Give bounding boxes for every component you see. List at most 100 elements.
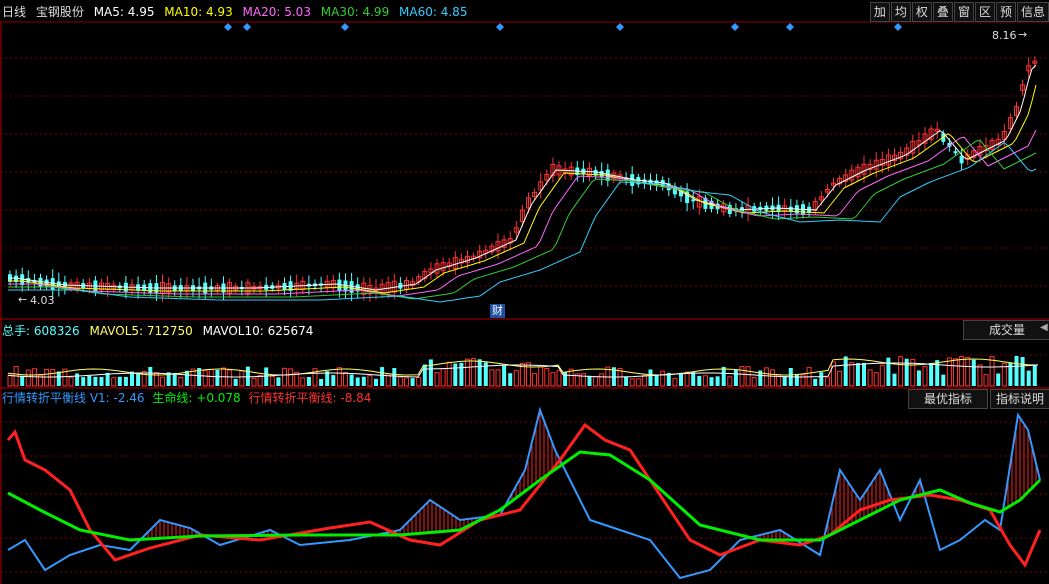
volume-bar: [873, 372, 879, 387]
volume-bar: [867, 369, 873, 387]
mavol10-label: MAVOL10: 625674: [202, 324, 314, 338]
toolbar-add-button[interactable]: 加: [869, 2, 890, 22]
volume-bar: [513, 370, 519, 387]
volume-bar: [202, 370, 208, 387]
candle-body: [660, 179, 665, 187]
moving-average-lines: [8, 64, 1037, 303]
stock-name: 宝钢股份: [35, 5, 84, 19]
volume-bar: [770, 369, 775, 387]
volume-bar: [300, 377, 306, 387]
toolbar-average-button[interactable]: 均: [890, 2, 911, 22]
volume-bar: [306, 376, 311, 386]
volume-bar: [319, 378, 324, 386]
volume-bar: [343, 372, 348, 387]
total-volume-label: 总手: 608326: [2, 324, 80, 338]
mavol5-line: [7, 358, 1039, 376]
volume-bar: [660, 370, 666, 387]
volume-bar: [276, 377, 281, 386]
event-diamond-icon: [894, 23, 902, 31]
volume-bar: [349, 374, 354, 386]
volume-bar: [556, 370, 562, 387]
chart-canvas[interactable]: [0, 0, 1049, 584]
volume-bar: [75, 373, 80, 386]
volume-bar: [709, 377, 714, 386]
volume-bar: [87, 375, 92, 386]
volume-bar: [508, 373, 513, 386]
volume-bar: [416, 377, 422, 387]
volume-bar: [111, 377, 117, 387]
volume-bar: [715, 376, 720, 386]
indicator-explain-button[interactable]: 指标说明: [990, 389, 1049, 409]
volume-bar: [148, 366, 153, 386]
volume-bar: [380, 367, 385, 386]
volume-bar: [374, 378, 378, 386]
panel-expand-icon[interactable]: ◀: [1040, 322, 1048, 333]
volume-bar: [68, 377, 74, 387]
volume-bar: [599, 373, 605, 387]
volume-bar: [227, 369, 233, 387]
volume-bar: [495, 369, 501, 387]
volume-bar: [233, 378, 238, 386]
volume-bar: [288, 368, 294, 387]
volume-bar: [544, 367, 550, 387]
volume-bar: [745, 366, 751, 387]
volume-bar: [879, 364, 885, 387]
volume-bar: [1026, 370, 1031, 386]
volume-bar: [624, 376, 629, 386]
volume-bar: [953, 358, 958, 387]
volume-bar: [782, 376, 787, 386]
volume-bar: [31, 368, 37, 387]
ma-info-bar: 日线 宝钢股份 MA5: 4.95 MA10: 4.93 MA20: 5.03 …: [2, 4, 473, 20]
volume-bar: [44, 369, 50, 387]
indicator-balance-label: 行情转折平衡线: -8.84: [248, 391, 372, 405]
volume-bar: [81, 377, 86, 386]
volume-bar: [679, 372, 683, 386]
toolbar-window-button[interactable]: 窗: [953, 2, 974, 22]
volume-bar: [697, 375, 702, 386]
toolbar-info-button[interactable]: 信息: [1016, 2, 1049, 22]
volume-bar: [733, 369, 738, 386]
volume-info-bar: 总手: 608326 MAVOL5: 712750 MAVOL10: 62567…: [2, 323, 319, 339]
volume-bar: [178, 376, 184, 387]
volume-bar: [641, 374, 647, 387]
volume-bar: [989, 356, 995, 387]
volume-bar: [93, 376, 98, 386]
volume-bar: [355, 377, 360, 386]
volume-bar: [282, 367, 287, 387]
toolbar-rights-button[interactable]: 权: [911, 2, 932, 22]
volume-bar: [526, 362, 531, 387]
volume-bar: [819, 372, 824, 386]
volume-bar: [563, 372, 568, 386]
volume-bar: [959, 355, 965, 387]
volume-panel-selector[interactable]: 成交量: [963, 320, 1049, 340]
finance-marker[interactable]: 财: [490, 304, 505, 318]
indicator-v1-label: 行情转折平衡线 V1: -2.46: [2, 391, 145, 405]
toolbar-forecast-button[interactable]: 预: [995, 2, 1016, 22]
volume-bar: [434, 372, 440, 387]
volume-bar: [654, 374, 659, 386]
volume-bar: [422, 364, 427, 386]
volume-bar: [331, 375, 336, 386]
toolbar-range-button[interactable]: 区: [974, 2, 995, 22]
volume-bar: [751, 377, 757, 387]
event-diamond-icon: [786, 23, 794, 31]
volume-bar: [763, 367, 769, 387]
balance-line: [6, 422, 1042, 568]
candle-body: [953, 151, 958, 154]
ma10-label: MA10: 4.93: [164, 5, 233, 19]
volume-bar: [440, 368, 446, 387]
volume-bar: [996, 373, 1001, 386]
volume-bar: [239, 370, 245, 387]
volume-bar: [428, 359, 433, 386]
volume-bar: [672, 377, 678, 387]
toolbar-overlay-button[interactable]: 叠: [932, 2, 953, 22]
volume-bar: [629, 378, 635, 387]
volume-bar: [1014, 355, 1019, 386]
volume-bar: [208, 369, 214, 387]
volume-bar: [105, 372, 110, 386]
volume-bar: [691, 372, 696, 386]
best-indicator-button[interactable]: 最优指标: [908, 389, 988, 409]
volume-bar: [141, 370, 147, 387]
volume-bar: [25, 369, 31, 387]
volume-bar: [453, 363, 458, 386]
